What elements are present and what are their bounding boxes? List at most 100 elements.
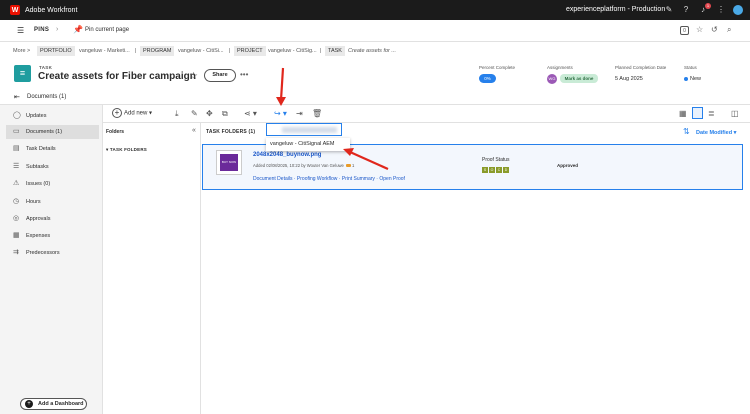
plus-icon: + <box>112 108 122 118</box>
status-value[interactable]: New <box>690 76 701 82</box>
share-button[interactable]: Share <box>204 69 236 82</box>
hamburger-icon[interactable]: ☰ <box>17 26 24 35</box>
comment-icon[interactable] <box>346 164 352 167</box>
blurred-text <box>282 127 337 133</box>
sidebar-item-subtasks[interactable]: ☰ Subtasks <box>6 160 99 174</box>
notification-badge: 1 <box>705 3 711 9</box>
proofing-workflow-link[interactable]: Proofing Workflow <box>297 176 337 182</box>
percent-complete[interactable]: 0% <box>479 74 496 83</box>
document-icon: ▭ <box>13 128 20 135</box>
send-to-icon[interactable]: ↪ ▾ <box>274 109 287 118</box>
breadcrumb-program[interactable]: vangeluw - CitiSi... <box>178 48 224 54</box>
updates-icon: ◯ <box>13 112 21 119</box>
folders-header: Folders <box>106 129 125 135</box>
task-header: ≡ TASK Create assets for Fiber campaign … <box>0 62 750 90</box>
task-folders-node[interactable]: ▾ TASK FOLDERS <box>106 147 147 153</box>
pin-icon[interactable]: 📌 <box>73 25 83 34</box>
org-switcher[interactable]: experienceplatform - Production <box>566 6 665 13</box>
more-options-icon[interactable]: ••• <box>240 70 248 79</box>
destination-option[interactable]: vangeluw - CitiSignal AEM <box>266 138 350 151</box>
sidebar-item-updates[interactable]: ◯ Updates <box>6 109 99 123</box>
sidebar-item-issues[interactable]: ⚠ Issues (0) <box>6 177 99 191</box>
sort-dropdown[interactable]: Date Modified ▾ <box>696 130 736 136</box>
documents-bar-label: Documents (1) <box>27 94 67 100</box>
breadcrumb-task-tag: TASK <box>325 46 345 56</box>
planned-date[interactable]: 5 Aug 2025 <box>615 76 643 82</box>
status-dot <box>684 77 688 81</box>
pin-current-page[interactable]: Pin current page <box>85 27 129 33</box>
delete-icon[interactable]: 🗑 <box>312 109 322 118</box>
history-icon[interactable]: ↺ <box>711 25 718 34</box>
assignee-avatar[interactable]: WG <box>547 74 557 84</box>
subtasks-icon: ☰ <box>13 163 20 170</box>
approvals-icon: ◎ <box>13 215 20 222</box>
breadcrumb-more[interactable]: More > <box>13 48 30 54</box>
edit-icon[interactable]: ✎ <box>191 109 198 118</box>
breadcrumb-portfolio[interactable]: vangeluw - Marketi... <box>79 48 130 54</box>
breadcrumb-portfolio-tag: PORTFOLIO <box>37 46 75 56</box>
predecessors-icon: ⇉ <box>13 249 19 256</box>
apps-grid-icon[interactable]: ⋮ <box>716 5 726 15</box>
page-title: Create assets for Fiber campaign <box>38 71 196 82</box>
breadcrumb-project-tag: PROJECT <box>234 46 266 56</box>
share-icon[interactable]: ⋖ ▾ <box>244 109 257 118</box>
document-name[interactable]: 2048x2048_buynow.png <box>253 152 321 158</box>
sidebar-item-documents[interactable]: ▭ Documents (1) <box>6 125 99 139</box>
assignments-label: Assignments <box>547 65 573 70</box>
list-view-icon[interactable]: ≣ <box>708 109 715 118</box>
avatar[interactable] <box>733 5 743 15</box>
print-summary-link[interactable]: Print Summary <box>342 176 375 182</box>
clock-icon: ◷ <box>13 198 20 205</box>
adobe-logo-icon[interactable]: W <box>10 5 20 15</box>
favorite-star-icon[interactable]: ☆ <box>189 71 198 82</box>
document-details-link[interactable]: Document Details <box>253 176 292 182</box>
document-added-info: Added 02/08/2025, 10:22 by Wouter Van Ge… <box>253 163 355 168</box>
export-icon[interactable]: ⇥ <box>296 109 303 118</box>
pins-label[interactable]: PINS <box>34 27 49 33</box>
task-folders-count: TASK FOLDERS (1) <box>206 129 256 135</box>
approval-status: Approved <box>557 163 579 168</box>
move-icon[interactable]: ✥ <box>206 109 213 118</box>
zero-count-icon[interactable]: 0 <box>680 26 689 35</box>
document-thumbnail[interactable]: BUY NOW <box>216 150 242 175</box>
documents-bar: ⇤ Documents (1) <box>0 90 750 105</box>
breadcrumb-task[interactable]: Create assets for ... <box>348 48 396 54</box>
sidebar-item-approvals[interactable]: ◎ Approvals <box>6 212 99 226</box>
status-label: Status <box>684 65 697 70</box>
table-view-icon[interactable] <box>692 107 703 119</box>
help-icon[interactable]: ? <box>681 5 691 15</box>
grid-view-icon[interactable]: ▦ <box>679 109 687 118</box>
sidebar-item-predecessors[interactable]: ⇉ Predecessors <box>6 246 99 260</box>
mark-done-button[interactable]: Mark as done <box>560 74 598 83</box>
expenses-icon: ▦ <box>13 232 20 239</box>
add-dashboard-button[interactable]: + Add a Dashboard <box>20 398 87 410</box>
sort-icon[interactable]: ⇅ <box>683 127 690 136</box>
collapse-nav-icon[interactable]: ⇤ <box>14 93 20 101</box>
open-proof-link[interactable]: Open Proof <box>379 176 405 182</box>
breadcrumb-project[interactable]: vangeluw - CitiSig... <box>268 48 317 54</box>
sidebar-item-task-details[interactable]: ▤ Task Details <box>6 142 99 156</box>
chevron-right-icon: › <box>56 26 59 33</box>
plus-icon: + <box>25 400 33 408</box>
proof-status-bar[interactable]: S O C D <box>482 167 509 173</box>
add-new-button[interactable]: + Add new ▾ <box>112 108 152 118</box>
documents-toolbar: + Add new ▾ ⤓ ✎ ✥ ⧉ ⋖ ▾ ↪ ▾ ⇥ 🗑 ▦ ≣ ◫ <box>103 105 750 123</box>
side-panel-icon[interactable]: ◫ <box>731 109 739 118</box>
sidebar-item-expenses[interactable]: ▦ Expenses <box>6 229 99 243</box>
search-icon[interactable]: ⌕ <box>727 25 731 35</box>
folders-panel: Folders « ▾ TASK FOLDERS <box>103 123 201 414</box>
task-type: TASK <box>39 65 53 70</box>
star-icon[interactable]: ☆ <box>696 25 703 34</box>
collapse-folders-icon[interactable]: « <box>192 127 196 134</box>
issues-icon: ⚠ <box>13 180 20 187</box>
download-icon[interactable]: ⤓ <box>175 109 179 119</box>
feedback-icon[interactable]: ✎ <box>664 5 674 15</box>
task-icon: ≡ <box>14 65 31 82</box>
app-name[interactable]: Adobe Workfront <box>25 7 77 14</box>
destination-search-input[interactable] <box>266 123 342 136</box>
proof-status-label: Proof Status <box>482 157 510 163</box>
details-icon: ▤ <box>13 145 20 152</box>
document-links: Document Details · Proofing Workflow · P… <box>253 176 405 182</box>
sidebar-item-hours[interactable]: ◷ Hours <box>6 195 99 209</box>
copy-icon[interactable]: ⧉ <box>222 109 228 119</box>
